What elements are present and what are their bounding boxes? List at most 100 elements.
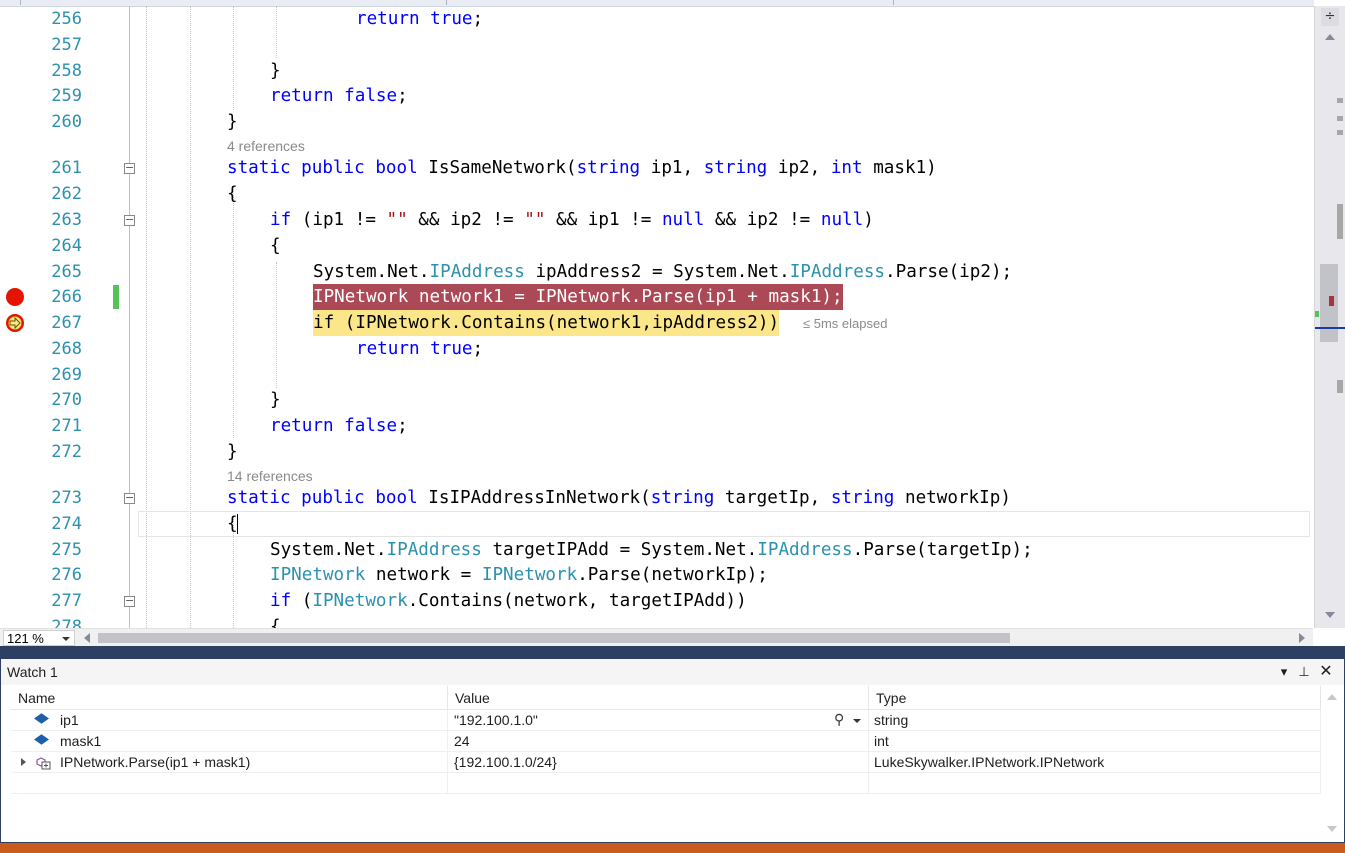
line-number: 259: [51, 86, 82, 106]
watch-add-item-row[interactable]: [11, 773, 448, 794]
code-text: return false;: [270, 86, 408, 106]
code-line-273: 273 − static public bool IsIPAddressInNe…: [0, 485, 1312, 511]
horizontal-scrollbar-area: 121 %: [0, 628, 1313, 647]
code-line-272: 272 }: [0, 439, 1312, 465]
collapse-toggle[interactable]: −: [124, 214, 135, 226]
search-icon[interactable]: ⚲: [834, 710, 844, 730]
watch-type-text: string: [874, 712, 909, 728]
scroll-down-icon[interactable]: [1327, 826, 1337, 832]
panel-divider[interactable]: [0, 646, 1345, 658]
line-number: 267: [51, 313, 82, 333]
code-text: }: [227, 442, 238, 462]
code-line-278: 278 {: [0, 614, 1312, 628]
code-text: {: [270, 236, 281, 256]
code-line-275: 275 System.Net.IPAddress targetIPAdd = S…: [0, 537, 1312, 563]
watch-value-text: 24: [454, 733, 470, 749]
watch-row-type: LukeSkywalker.IPNetwork.IPNetwork: [869, 752, 1321, 773]
watch-title: Watch 1: [7, 664, 58, 680]
column-header-type[interactable]: Type: [869, 686, 1321, 710]
collapse-toggle[interactable]: −: [124, 162, 135, 174]
scroll-right-icon[interactable]: [1299, 633, 1305, 643]
watch-name-text: ip1: [60, 712, 79, 728]
code-text-current-statement: if (IPNetwork.Contains(network1,ipAddres…: [313, 310, 780, 336]
code-text: {: [227, 184, 238, 204]
scrollbar-track-mark: [1337, 130, 1343, 135]
zoom-dropdown[interactable]: 121 %: [3, 630, 75, 646]
change-marker: [113, 285, 119, 309]
status-bar: [0, 843, 1345, 853]
horizontal-scrollbar-thumb[interactable]: [98, 633, 1010, 643]
window-dropdown-icon[interactable]: ▾: [1275, 659, 1293, 685]
expand-arrow-icon[interactable]: [21, 758, 26, 766]
code-line-261: 261 − static public bool IsSameNetwork(s…: [0, 155, 1312, 181]
line-number: 262: [51, 184, 82, 204]
tab-separator: [20, 0, 21, 5]
line-number: 264: [51, 236, 82, 256]
column-header-value[interactable]: Value: [448, 686, 869, 710]
code-line-270: 270 }: [0, 387, 1312, 413]
watch-window: Watch 1 ▾ ⊥ ✕ Name Value Type ip1 "192.1…: [0, 658, 1345, 843]
pin-icon[interactable]: ⊥: [1295, 659, 1313, 685]
tab-separator: [446, 0, 447, 5]
code-text: static public bool IsIPAddressInNetwork(…: [227, 488, 1011, 508]
caret-position-marker: [1315, 327, 1345, 329]
code-line-257: 257: [0, 32, 1312, 58]
scrollbar-track-mark: [1337, 98, 1343, 103]
code-line-263: 263 − if (ip1 != "" && ip2 != "" && ip1 …: [0, 207, 1312, 233]
code-editor[interactable]: 256 return true; 257 258 } 259 return fa…: [0, 0, 1345, 628]
collapse-toggle[interactable]: −: [124, 595, 135, 607]
codelens-references[interactable]: 4 references: [227, 137, 305, 155]
column-header-name[interactable]: Name: [11, 686, 448, 710]
chevron-down-icon: [62, 637, 70, 641]
tab-separator: [893, 0, 894, 5]
watch-row-name[interactable]: IPNetwork.Parse(ip1 + mask1): [11, 752, 448, 773]
scroll-down-icon[interactable]: [1325, 612, 1335, 618]
code-line-259: 259 return false;: [0, 83, 1312, 109]
line-number: 273: [51, 488, 82, 508]
code-text: System.Net.IPAddress targetIPAdd = Syste…: [270, 540, 1033, 560]
code-text-breakpoint: IPNetwork network1 = IPNetwork.Parse(ip1…: [313, 284, 843, 310]
scroll-left-icon[interactable]: [84, 633, 90, 643]
watch-value-text: {192.100.1.0/24}: [454, 754, 557, 770]
code-line-267: 267 if (IPNetwork.Contains(network1,ipAd…: [0, 310, 1312, 336]
scrollbar-track-mark: [1337, 204, 1343, 239]
scroll-up-icon[interactable]: [1325, 34, 1335, 40]
collapse-toggle[interactable]: −: [124, 492, 135, 504]
line-number: 270: [51, 390, 82, 410]
field-icon: [34, 734, 49, 745]
code-text: return false;: [270, 416, 408, 436]
line-number: 265: [51, 262, 82, 282]
line-number: 266: [51, 287, 82, 307]
field-icon: [34, 713, 49, 724]
watch-row-name[interactable]: ip1: [11, 710, 448, 731]
code-text: return true;: [356, 339, 484, 359]
split-window-icon[interactable]: ÷: [1321, 8, 1339, 26]
code-line-268: 268 return true;: [0, 336, 1312, 362]
watch-row-value[interactable]: "192.100.1.0" ⚲: [448, 710, 869, 731]
watch-row-value[interactable]: {192.100.1.0/24}: [448, 752, 869, 773]
perftip-elapsed[interactable]: ≤ 5ms elapsed: [803, 316, 887, 331]
close-icon[interactable]: ✕: [1317, 659, 1335, 685]
code-text: IPNetwork network = IPNetwork.Parse(netw…: [270, 565, 768, 585]
chevron-down-icon[interactable]: [853, 719, 861, 723]
code-line-262: 262 {: [0, 181, 1312, 207]
class-object-icon: [36, 755, 51, 770]
watch-row-value[interactable]: 24: [448, 731, 869, 752]
vertical-scrollbar[interactable]: ÷: [1314, 6, 1345, 628]
scroll-up-icon[interactable]: [1327, 694, 1337, 700]
code-line-265: 265 System.Net.IPAddress ipAddress2 = Sy…: [0, 259, 1312, 285]
code-line-277: 277 − if (IPNetwork.Contains(network, ta…: [0, 588, 1312, 614]
code-line-264: 264 {: [0, 233, 1312, 259]
code-text: static public bool IsSameNetwork(string …: [227, 158, 937, 178]
watch-vertical-scrollbar[interactable]: [1321, 686, 1343, 842]
watch-row-name[interactable]: mask1: [11, 731, 448, 752]
code-text: if (ip1 != "" && ip2 != "" && ip1 != nul…: [270, 210, 874, 230]
scrollbar-track-mark: [1337, 380, 1343, 393]
watch-add-item-type: [869, 773, 1321, 794]
codelens-references[interactable]: 14 references: [227, 467, 313, 485]
code-text: {: [227, 514, 238, 534]
code-line-274: 274 {: [0, 511, 1312, 537]
watch-row-type: int: [869, 731, 1321, 752]
code-line-276: 276 IPNetwork network = IPNetwork.Parse(…: [0, 562, 1312, 588]
code-text: }: [270, 390, 281, 410]
